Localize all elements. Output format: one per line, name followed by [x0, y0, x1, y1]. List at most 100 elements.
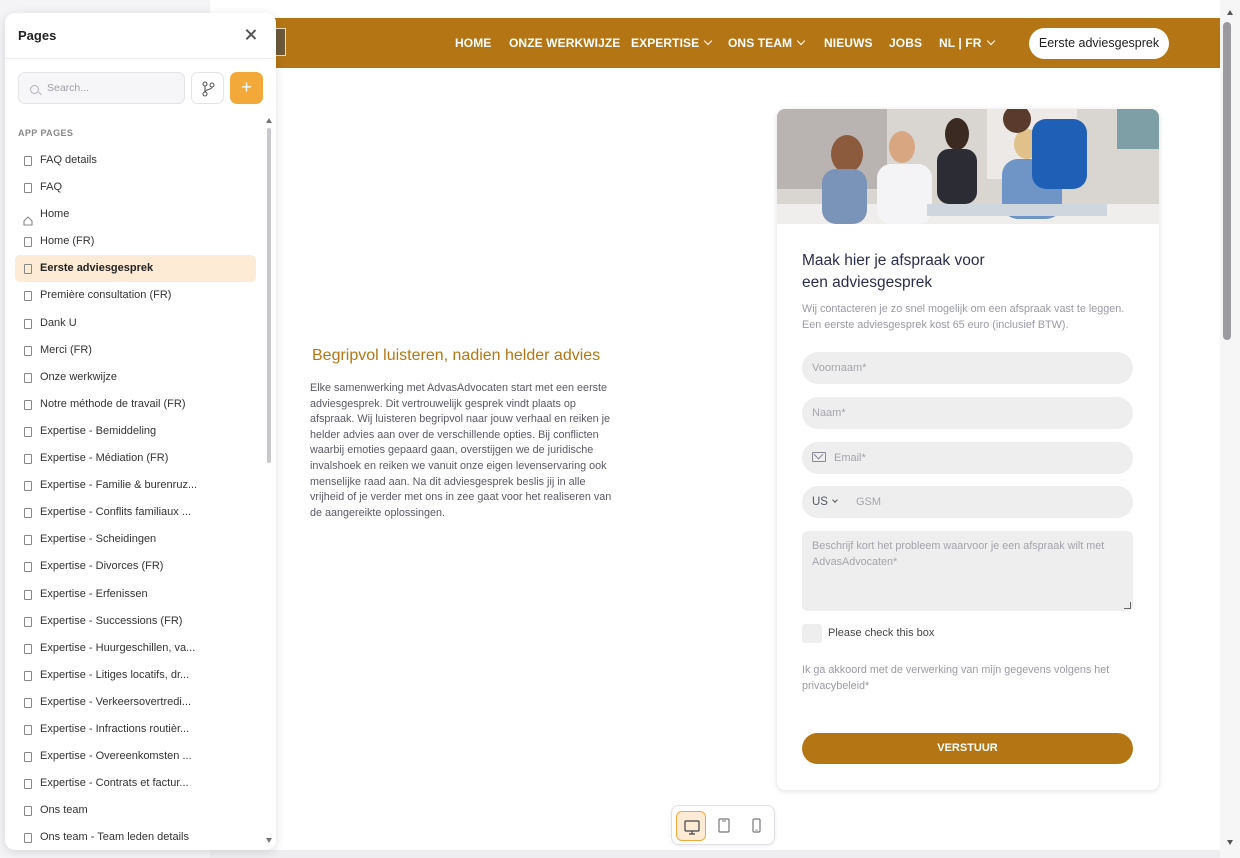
page-list-item[interactable]: Expertise - Infractions routièr...: [15, 716, 256, 743]
nav-expertise-label: EXPERTISE: [631, 36, 700, 50]
panel-scroll-thumb[interactable]: [267, 128, 271, 463]
page-list-item-label: FAQ details: [40, 154, 97, 166]
nav-ons-team[interactable]: ONS TEAM: [728, 18, 806, 68]
canvas-scroll-thumb[interactable]: [1223, 22, 1231, 340]
message-field[interactable]: Beschrijf kort het probleem waarvoor je …: [802, 531, 1133, 611]
document-icon: [24, 589, 32, 600]
nav-language[interactable]: NL | FR: [939, 18, 995, 68]
nav-jobs[interactable]: JOBS: [889, 18, 922, 68]
page-list-item[interactable]: Ons team - Team leden details: [15, 824, 256, 850]
chevron-down-icon: [832, 497, 838, 503]
site-navbar: HOME ONZE WERKWIJZE EXPERTISE ONS TEAM N…: [210, 18, 1220, 68]
submit-button[interactable]: VERSTUUR: [802, 733, 1133, 764]
page-list-item[interactable]: Expertise - Successions (FR): [15, 608, 256, 635]
device-switcher: [671, 805, 775, 845]
page-list-item[interactable]: Home: [15, 201, 256, 228]
resize-handle-icon[interactable]: [1124, 602, 1131, 609]
page-list-item[interactable]: Onze werkwijze: [15, 364, 256, 391]
mail-icon: [812, 452, 826, 462]
form-title-line1: Maak hier je afspraak voor: [802, 252, 985, 269]
page-list-item[interactable]: Expertise - Conflits familiaux ...: [15, 499, 256, 526]
page-list-item[interactable]: Dank U: [15, 310, 256, 337]
git-branch-icon: [202, 81, 215, 97]
page-list-item-label: FAQ: [40, 181, 63, 194]
page-list-item[interactable]: Première consultation (FR): [15, 282, 256, 309]
chevron-down-icon: [986, 36, 995, 46]
tablet-view-button[interactable]: [709, 811, 739, 841]
page-list-item[interactable]: Expertise - Scheidingen: [15, 526, 256, 553]
page-list-item[interactable]: Eerste adviesgesprek: [15, 255, 256, 283]
scroll-down-icon[interactable]: [1227, 840, 1233, 845]
page-list-item[interactable]: FAQ: [15, 174, 256, 201]
page-list-item-label: Expertise - Verkeersovertredi...: [40, 695, 192, 708]
team-photo: [777, 109, 1159, 224]
search-box[interactable]: [18, 72, 185, 104]
page-list-item-label: Expertise - Bemiddeling: [40, 424, 157, 437]
country-code: US: [812, 496, 828, 508]
message-placeholder: Beschrijf kort het probleem waarvoor je …: [812, 540, 1105, 568]
document-icon: [24, 752, 32, 763]
phone-field[interactable]: US GSM: [802, 486, 1133, 518]
page-list-item[interactable]: Merci (FR): [15, 337, 256, 364]
captcha-checkbox[interactable]: [802, 624, 822, 643]
form-subtitle: Wij contacteren je zo snel mogelijk om e…: [802, 303, 1125, 331]
document-icon: [24, 779, 32, 790]
nav-expertise[interactable]: EXPERTISE: [631, 18, 713, 68]
desktop-view-button[interactable]: [676, 811, 706, 841]
document-icon: [24, 426, 32, 437]
cta-button[interactable]: Eerste adviesgesprek: [1029, 28, 1169, 59]
section-label: APP PAGES: [18, 128, 74, 138]
lastname-field[interactable]: Naam*: [802, 397, 1133, 429]
close-icon[interactable]: [243, 27, 259, 43]
chevron-down-icon: [704, 36, 713, 46]
page-list-item[interactable]: FAQ details: [15, 147, 256, 174]
scroll-up-icon[interactable]: [1227, 10, 1233, 15]
branch-button[interactable]: [191, 72, 224, 104]
page-list-item-label: Dank U: [40, 316, 77, 329]
document-icon: [24, 806, 32, 817]
document-icon: [24, 643, 32, 654]
nav-nieuws[interactable]: NIEUWS: [824, 18, 873, 68]
nav-language-label: NL | FR: [939, 36, 982, 50]
page-list-item[interactable]: Notre méthode de travail (FR): [15, 391, 256, 418]
page-list-item[interactable]: Expertise - Litiges locatifs, dr...: [15, 662, 256, 689]
search-input[interactable]: [47, 73, 177, 103]
scroll-down-icon[interactable]: [266, 838, 272, 843]
country-code-select[interactable]: US: [812, 486, 856, 518]
scroll-up-icon[interactable]: [266, 118, 272, 123]
firstname-field[interactable]: Voornaam*: [802, 352, 1133, 384]
page-list-item-label: Expertise - Contrats et factur...: [40, 777, 189, 790]
email-field[interactable]: Email*: [802, 442, 1133, 474]
canvas-bottom-edge: [210, 850, 1220, 858]
page-list-item-label: Merci (FR): [40, 343, 92, 356]
page-list-item[interactable]: Home (FR): [15, 228, 256, 255]
page-list-item[interactable]: Ons team: [15, 797, 256, 824]
nav-onze-werkwijze[interactable]: ONZE WERKWIJZE: [509, 18, 620, 68]
page-list-item[interactable]: Expertise - Huurgeschillen, va...: [15, 635, 256, 662]
add-page-button[interactable]: +: [230, 72, 263, 104]
page-list-item-label: Expertise - Huurgeschillen, va...: [40, 641, 196, 654]
email-placeholder: Email*: [834, 452, 866, 464]
page-list-item[interactable]: Expertise - Verkeersovertredi...: [15, 689, 256, 716]
page-list-item-label: Expertise - Litiges locatifs, dr...: [40, 668, 190, 681]
intro-paragraph: Elke samenwerking met AdvasAdvocaten sta…: [310, 382, 612, 519]
page-list-item[interactable]: Expertise - Divorces (FR): [15, 553, 256, 580]
page-list-item[interactable]: Expertise - Familie & burenruz...: [15, 472, 256, 499]
page-list-item[interactable]: Expertise - Bemiddeling: [15, 418, 256, 445]
page-list-item-label: Expertise - Familie & burenruz...: [40, 479, 198, 492]
document-icon: [24, 508, 32, 519]
page-list-item-label: Expertise - Médiation (FR): [40, 452, 169, 465]
page-list-item-label: Expertise - Infractions routièr...: [40, 722, 190, 735]
intro-headline: Begripvol luisteren, nadien helder advie…: [312, 347, 601, 364]
page-list-item[interactable]: Expertise - Overeenkomsten ...: [15, 743, 256, 770]
page-list-item[interactable]: Expertise - Médiation (FR): [15, 445, 256, 472]
page-list-item[interactable]: Expertise - Erfenissen: [15, 581, 256, 608]
captcha-label: Please check this box: [828, 627, 935, 639]
nav-home[interactable]: HOME: [455, 18, 491, 68]
document-icon: [24, 535, 32, 546]
search-icon: [30, 85, 39, 94]
mobile-view-button[interactable]: [741, 811, 771, 841]
page-list-item[interactable]: Expertise - Contrats et factur...: [15, 770, 256, 797]
page-list-item-label: Expertise - Erfenissen: [40, 587, 148, 600]
document-icon: [24, 562, 32, 573]
